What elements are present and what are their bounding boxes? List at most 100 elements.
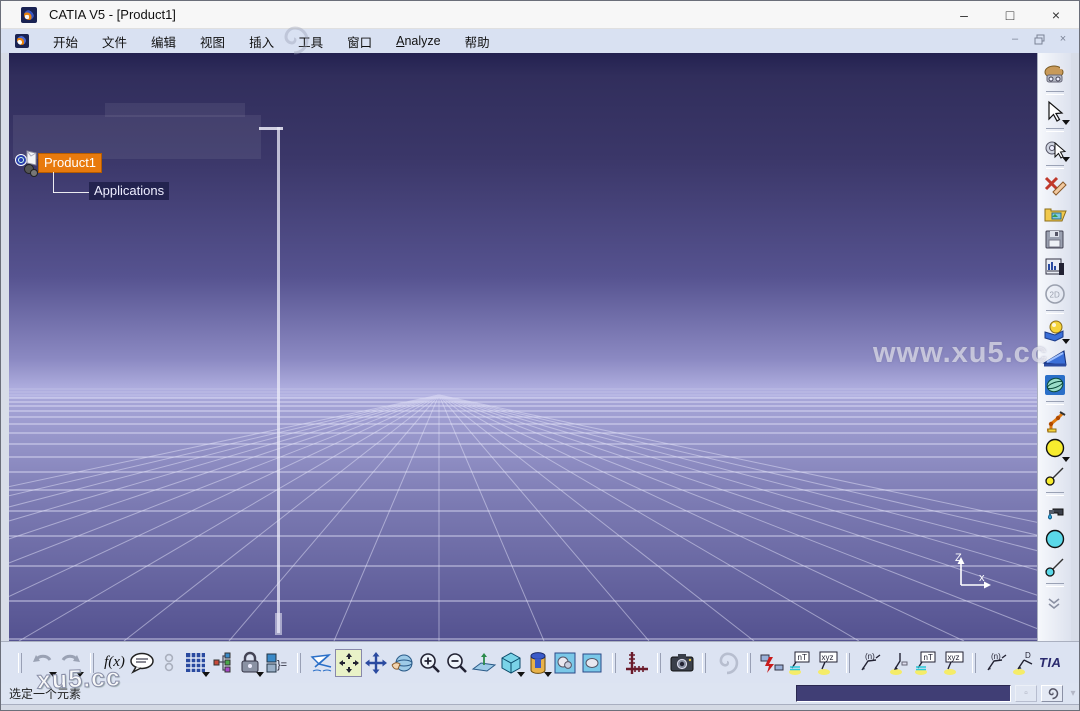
isometric-view-button[interactable] bbox=[497, 649, 525, 677]
menu-view[interactable]: 视图 bbox=[200, 32, 225, 51]
menu-insert[interactable]: 插入 bbox=[249, 32, 274, 51]
constraint-button[interactable] bbox=[155, 649, 182, 677]
toolbar-separator bbox=[1045, 91, 1064, 95]
menu-edit[interactable]: 编辑 bbox=[151, 32, 176, 51]
measure-nt-2-button[interactable]: nT bbox=[911, 649, 938, 677]
cyan-circle-button[interactable] bbox=[1041, 526, 1069, 553]
title-bar: CATIA V5 - [Product1] – □ × bbox=[1, 1, 1079, 29]
zoom-in-button[interactable] bbox=[416, 649, 443, 677]
toolbar-grip[interactable] bbox=[657, 652, 661, 673]
axis-indicator: Z x bbox=[955, 552, 991, 589]
comment-button[interactable] bbox=[128, 649, 155, 677]
status-swirl-button[interactable] bbox=[1041, 685, 1063, 702]
toolbar-grip[interactable] bbox=[297, 652, 301, 673]
workbench-button[interactable] bbox=[1041, 61, 1069, 88]
cyan-point-icon bbox=[1044, 558, 1063, 577]
paint-knife-button[interactable] bbox=[1041, 172, 1069, 199]
normal-view-button[interactable] bbox=[470, 649, 497, 677]
toolbar-grip[interactable] bbox=[972, 652, 976, 673]
annotate-n-icon: (n) bbox=[986, 652, 1006, 670]
annotate-n-3-button[interactable]: (n) bbox=[983, 649, 1010, 677]
camera-icon bbox=[670, 653, 693, 671]
power-input-field[interactable] bbox=[796, 685, 1011, 702]
fly-mode-button[interactable] bbox=[308, 649, 335, 677]
close-button[interactable]: × bbox=[1033, 1, 1079, 29]
lock-button[interactable] bbox=[236, 649, 264, 677]
save-button[interactable] bbox=[1041, 226, 1069, 253]
menu-file[interactable]: 文件 bbox=[102, 32, 127, 51]
open-button[interactable] bbox=[1041, 199, 1069, 226]
annotate-d-button[interactable]: D bbox=[1010, 649, 1037, 677]
rotate-button[interactable] bbox=[389, 649, 416, 677]
tree-node-product1[interactable]: Product1 bbox=[38, 153, 103, 173]
menu-start[interactable]: 开始 bbox=[53, 32, 78, 51]
fit-all-in-button[interactable] bbox=[335, 648, 362, 677]
svg-text:D: D bbox=[1025, 651, 1031, 660]
toolbar-grip[interactable] bbox=[846, 652, 850, 673]
yellow-circle-button[interactable] bbox=[1041, 435, 1070, 462]
view-globe-button[interactable] bbox=[1041, 371, 1069, 398]
faucet-button[interactable] bbox=[1041, 499, 1069, 526]
dropdown-arrow-icon[interactable] bbox=[1061, 120, 1070, 125]
status-bar: 选定一个元素 ▫ ▾ bbox=[1, 683, 1079, 704]
circle-2d-button[interactable]: 2D bbox=[1041, 280, 1069, 307]
toolbar-grip[interactable] bbox=[702, 652, 706, 673]
tree-connector bbox=[53, 192, 89, 193]
capture-button[interactable] bbox=[668, 649, 695, 677]
menu-bar: 开始 文件 编辑 视图 插入 工具 窗口 Analyze 帮助 – × bbox=[1, 26, 1079, 55]
toolbar-separator bbox=[1045, 583, 1064, 587]
workbench-icon bbox=[1044, 65, 1066, 82]
specification-graph-button[interactable] bbox=[623, 649, 650, 677]
dropdown-arrow-icon[interactable] bbox=[1061, 157, 1070, 162]
hide-show-button[interactable] bbox=[551, 649, 578, 677]
svg-text:nT: nT bbox=[923, 653, 932, 662]
render-style-button[interactable] bbox=[524, 649, 552, 677]
measure-xyz-2-button[interactable]: xyz bbox=[938, 649, 965, 677]
node-diagram-button[interactable] bbox=[209, 649, 236, 677]
swap-visible-space-button[interactable] bbox=[578, 649, 605, 677]
fit-all-icon bbox=[338, 652, 359, 673]
printer-chart-icon bbox=[1045, 258, 1064, 275]
measure-xyz-button[interactable]: xyz bbox=[812, 649, 839, 677]
print-button[interactable] bbox=[1041, 253, 1069, 280]
menu-window[interactable]: 窗口 bbox=[347, 32, 372, 51]
equivalent-dimensions-button[interactable]: }= bbox=[263, 649, 290, 677]
update-button[interactable] bbox=[758, 649, 785, 677]
zoom-out-button[interactable] bbox=[443, 649, 470, 677]
precise-select-button[interactable] bbox=[1041, 135, 1070, 162]
status-dimmed-button[interactable]: ▫ bbox=[1015, 685, 1037, 702]
mdi-minimize-button[interactable]: – bbox=[1007, 31, 1023, 47]
measure-nt-icon: nT bbox=[788, 651, 809, 675]
toolbar-grip[interactable] bbox=[612, 652, 616, 673]
maximize-button[interactable]: □ bbox=[987, 1, 1033, 29]
annotate-n-icon: (n) bbox=[860, 652, 880, 670]
axis-z-label: Z bbox=[955, 552, 962, 564]
toolbar-separator bbox=[1045, 492, 1064, 496]
cyan-circle-icon bbox=[1045, 529, 1064, 548]
app-logo-icon bbox=[21, 6, 37, 23]
measure-xyz-icon: xyz bbox=[943, 651, 963, 675]
mdi-close-button[interactable]: × bbox=[1055, 31, 1071, 47]
more-tools-button[interactable] bbox=[1041, 590, 1069, 617]
pan-button[interactable] bbox=[362, 649, 389, 677]
status-dimmed-button-2[interactable]: ▾ bbox=[1067, 685, 1079, 702]
toolbar-separator bbox=[1045, 165, 1064, 169]
menu-analyze[interactable]: Analyze bbox=[396, 34, 440, 48]
open-folder-icon bbox=[1044, 208, 1067, 221]
menu-help[interactable]: 帮助 bbox=[465, 32, 490, 51]
annotate-n-button[interactable]: (n) bbox=[857, 649, 884, 677]
annotate-arrow-button[interactable] bbox=[884, 649, 911, 677]
select-button[interactable] bbox=[1041, 98, 1070, 125]
window-title: CATIA V5 - [Product1] bbox=[49, 7, 176, 22]
design-table-button[interactable] bbox=[182, 649, 210, 677]
minimize-button[interactable]: – bbox=[941, 1, 987, 29]
tree-node-applications[interactable]: Applications bbox=[89, 182, 170, 200]
robot-arm-button[interactable] bbox=[1041, 408, 1069, 435]
cyan-point-button[interactable] bbox=[1041, 553, 1069, 580]
yellow-point-button[interactable] bbox=[1041, 462, 1069, 489]
zoom-in-icon bbox=[419, 652, 440, 673]
toolbar-grip[interactable] bbox=[747, 652, 751, 673]
mdi-restore-button[interactable] bbox=[1031, 31, 1047, 47]
toolbar-grip[interactable] bbox=[18, 652, 22, 673]
measure-nt-button[interactable]: nT bbox=[785, 649, 812, 677]
